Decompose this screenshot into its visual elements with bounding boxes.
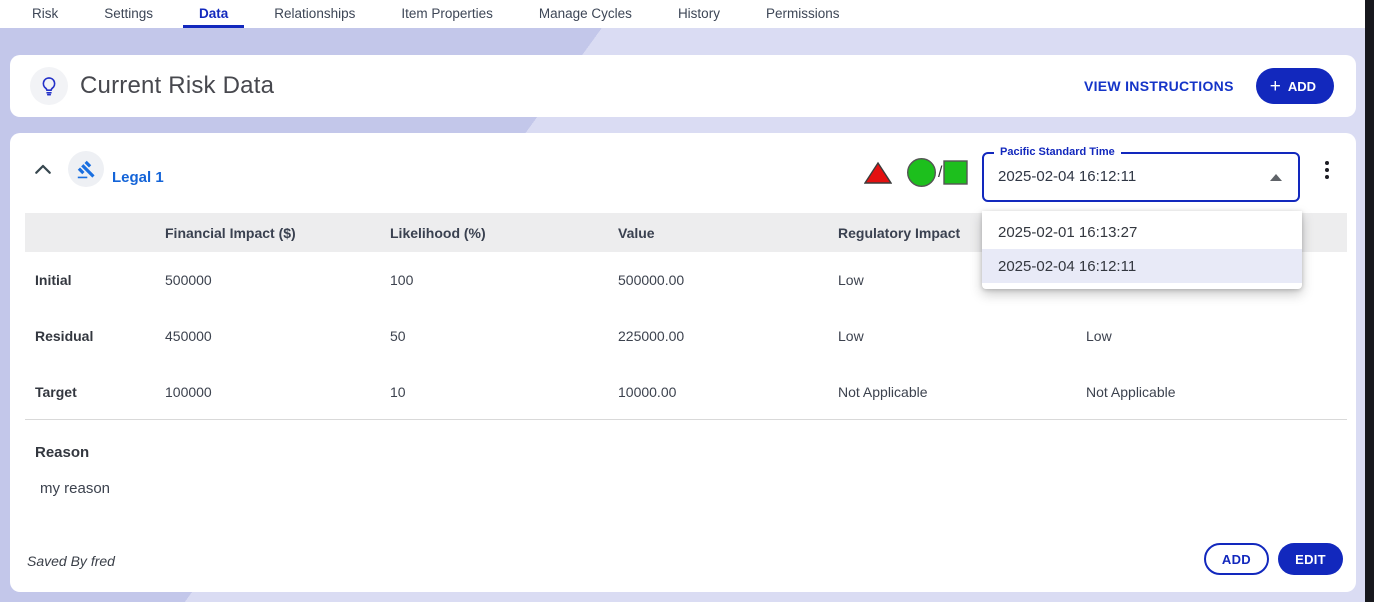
page-title: Current Risk Data bbox=[80, 72, 274, 100]
cell: 450000 bbox=[165, 328, 390, 344]
add-button[interactable]: + ADD bbox=[1256, 68, 1334, 104]
lightbulb-icon bbox=[30, 67, 68, 105]
add-row-button[interactable]: ADD bbox=[1204, 543, 1269, 575]
top-navigation: Risk Settings Data Relationships Item Pr… bbox=[0, 0, 1374, 28]
tab-item-properties[interactable]: Item Properties bbox=[399, 0, 495, 28]
tab-history[interactable]: History bbox=[676, 0, 722, 28]
dropdown-arrow-icon bbox=[1270, 174, 1282, 181]
col-header-financial-impact: Financial Impact ($) bbox=[165, 225, 390, 241]
cell: 10 bbox=[390, 384, 618, 400]
cell: Not Applicable bbox=[838, 384, 1086, 400]
panel-title: Legal 1 bbox=[112, 169, 164, 186]
cell: Low bbox=[838, 328, 1086, 344]
collapse-chevron-icon[interactable] bbox=[34, 162, 52, 179]
cell: 225000.00 bbox=[618, 328, 838, 344]
tab-permissions[interactable]: Permissions bbox=[764, 0, 842, 28]
tab-risk[interactable]: Risk bbox=[30, 0, 60, 28]
risk-status-shapes: / bbox=[864, 157, 968, 188]
col-header-value: Value bbox=[618, 225, 838, 241]
reason-value: my reason bbox=[40, 480, 110, 497]
saved-by-text: Saved By fred bbox=[27, 553, 115, 569]
plus-icon: + bbox=[1270, 77, 1281, 96]
edit-button[interactable]: EDIT bbox=[1278, 543, 1343, 575]
cell: 100 bbox=[390, 272, 618, 288]
cell: 500000 bbox=[165, 272, 390, 288]
tab-manage-cycles[interactable]: Manage Cycles bbox=[537, 0, 634, 28]
cell: 100000 bbox=[165, 384, 390, 400]
table-row-residual: Residual 450000 50 225000.00 Low Low bbox=[25, 308, 1347, 364]
legal-category-icon bbox=[68, 151, 104, 187]
cell: 50 bbox=[390, 328, 618, 344]
cell: 10000.00 bbox=[618, 384, 838, 400]
reason-label: Reason bbox=[35, 444, 89, 461]
cell: Low bbox=[1086, 328, 1347, 344]
timestamp-select-label: Pacific Standard Time bbox=[994, 146, 1121, 158]
timestamp-dropdown-menu: 2025-02-01 16:13:27 2025-02-04 16:12:11 bbox=[982, 211, 1302, 289]
cell: Not Applicable bbox=[1086, 384, 1347, 400]
page-header-card: Current Risk Data VIEW INSTRUCTIONS + AD… bbox=[10, 55, 1356, 117]
green-square-icon bbox=[943, 160, 968, 185]
timestamp-select[interactable]: Pacific Standard Time 2025-02-04 16:12:1… bbox=[982, 152, 1300, 202]
view-instructions-link[interactable]: VIEW INSTRUCTIONS bbox=[1084, 78, 1234, 94]
page-background: Current Risk Data VIEW INSTRUCTIONS + AD… bbox=[0, 28, 1374, 602]
tab-settings[interactable]: Settings bbox=[102, 0, 155, 28]
header-actions: VIEW INSTRUCTIONS + ADD bbox=[1084, 68, 1334, 104]
red-triangle-icon bbox=[864, 161, 892, 185]
window-edge bbox=[1365, 0, 1374, 602]
row-label: Target bbox=[35, 384, 165, 400]
row-label: Residual bbox=[35, 328, 165, 344]
more-options-icon[interactable] bbox=[1318, 159, 1336, 181]
risk-data-card: Legal 1 / Pacific Standard Time 2025-02-… bbox=[10, 133, 1356, 592]
row-label: Initial bbox=[35, 272, 165, 288]
dropdown-option[interactable]: 2025-02-04 16:12:11 bbox=[982, 249, 1302, 283]
tab-relationships[interactable]: Relationships bbox=[272, 0, 357, 28]
cell: 500000.00 bbox=[618, 272, 838, 288]
col-header-likelihood: Likelihood (%) bbox=[390, 225, 618, 241]
table-row-target: Target 100000 10 10000.00 Not Applicable… bbox=[25, 364, 1347, 420]
tab-data[interactable]: Data bbox=[197, 0, 230, 28]
add-button-label: ADD bbox=[1288, 79, 1316, 94]
dropdown-option[interactable]: 2025-02-01 16:13:27 bbox=[982, 215, 1302, 249]
shape-separator: / bbox=[938, 164, 942, 182]
timestamp-select-value: 2025-02-04 16:12:11 bbox=[998, 168, 1136, 185]
green-circle-icon bbox=[906, 157, 937, 188]
footer-buttons: ADD EDIT bbox=[1204, 543, 1343, 575]
